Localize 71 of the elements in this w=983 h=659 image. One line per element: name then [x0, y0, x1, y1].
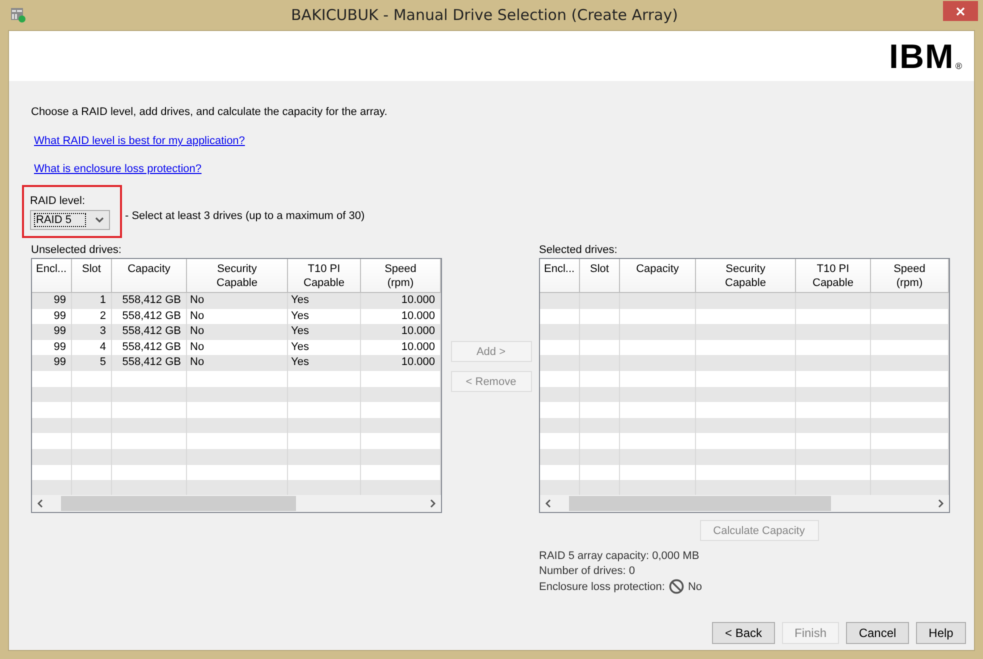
table-cell: 10.000	[361, 308, 441, 324]
table-cell: 10.000	[361, 355, 441, 371]
window-title: BAKICUBUK - Manual Drive Selection (Create Array)	[290, 6, 679, 24]
dialog-button[interactable]: Cancel	[846, 622, 909, 644]
table-cell: 99	[32, 340, 72, 356]
dialog-button[interactable]: < Back	[712, 622, 775, 644]
table-cell: 558,412 GB	[112, 293, 187, 309]
app-icon	[10, 7, 26, 23]
table-cell: Yes	[288, 293, 361, 309]
table-label: Selected drives:	[539, 244, 618, 256]
chevron-left-icon	[37, 499, 43, 508]
help-link[interactable]: What RAID level is best for my application?	[34, 135, 245, 147]
table-cell: 99	[32, 324, 72, 340]
chevron-right-icon	[430, 499, 436, 508]
column-header[interactable]: Speed (rpm)	[361, 259, 441, 293]
table-cell: 4	[72, 340, 112, 356]
instruction-text: Choose a RAID level, add drives, and calculate the capacity for the array.	[31, 106, 388, 118]
table-cell: Yes	[288, 355, 361, 371]
raid-level-hint: - Select at least 3 drives (up to a maximum of 30)	[125, 210, 365, 222]
table-cell: 558,412 GB	[112, 308, 187, 324]
table-cell: 5	[72, 355, 112, 371]
column-header[interactable]: T10 PI Capable	[288, 259, 361, 293]
array-capacity-text: RAID 5 array capacity: 0,000 MB	[539, 549, 700, 563]
table-cell: Yes	[288, 340, 361, 356]
close-button[interactable]	[943, 1, 978, 21]
table-cell: 558,412 GB	[112, 340, 187, 356]
enclosure-protection-label: Enclosure loss protection:	[539, 580, 665, 594]
registered-mark: ®	[955, 61, 962, 71]
drive-count-text: Number of drives: 0	[539, 564, 636, 578]
table-cell: 10.000	[361, 324, 441, 340]
table-cell: 99	[32, 355, 72, 371]
column-header[interactable]: Capacity	[620, 259, 696, 293]
table-cell: No	[187, 355, 288, 371]
help-link[interactable]: What is enclosure loss protection?	[34, 163, 202, 175]
table-label: Unselected drives:	[31, 244, 122, 256]
column-header[interactable]: Security Capable	[187, 259, 288, 293]
column-header[interactable]: Capacity	[112, 259, 187, 293]
raid-level-label: RAID level:	[30, 195, 86, 207]
dialog-button[interactable]: Help	[916, 622, 966, 644]
logo: IBM	[889, 40, 954, 74]
column-header[interactable]: Encl...	[540, 259, 580, 293]
table-cell: No	[187, 324, 288, 340]
table-cell: 1	[72, 293, 112, 309]
column-header[interactable]: Slot	[580, 259, 620, 293]
horizontal-scrollbar[interactable]	[540, 495, 949, 512]
chevron-right-icon	[938, 499, 944, 508]
table-cell: Yes	[288, 324, 361, 340]
table-cell: 3	[72, 324, 112, 340]
close-icon	[956, 6, 965, 16]
table-cell: No	[187, 340, 288, 356]
table-cell: 10.000	[361, 340, 441, 356]
table-cell: 558,412 GB	[112, 355, 187, 371]
table-cell: 99	[32, 308, 72, 324]
table-cell: 2	[72, 308, 112, 324]
table-cell: 10.000	[361, 293, 441, 309]
horizontal-scrollbar[interactable]	[32, 495, 441, 512]
column-header[interactable]: T10 PI Capable	[796, 259, 871, 293]
table-cell: No	[187, 308, 288, 324]
chevron-down-icon	[95, 217, 104, 223]
prohibited-icon	[668, 579, 684, 594]
table-cell: Yes	[288, 308, 361, 324]
column-header[interactable]: Slot	[72, 259, 112, 293]
table-cell: 99	[32, 293, 72, 309]
enclosure-protection-value: No	[688, 580, 702, 594]
table-cell: No	[187, 293, 288, 309]
raid-level-dropdown[interactable]: RAID 5	[30, 210, 110, 230]
column-header[interactable]: Speed (rpm)	[871, 259, 949, 293]
table-cell: 558,412 GB	[112, 324, 187, 340]
column-header[interactable]: Security Capable	[696, 259, 796, 293]
column-header[interactable]: Encl...	[32, 259, 72, 293]
chevron-left-icon	[545, 499, 551, 508]
